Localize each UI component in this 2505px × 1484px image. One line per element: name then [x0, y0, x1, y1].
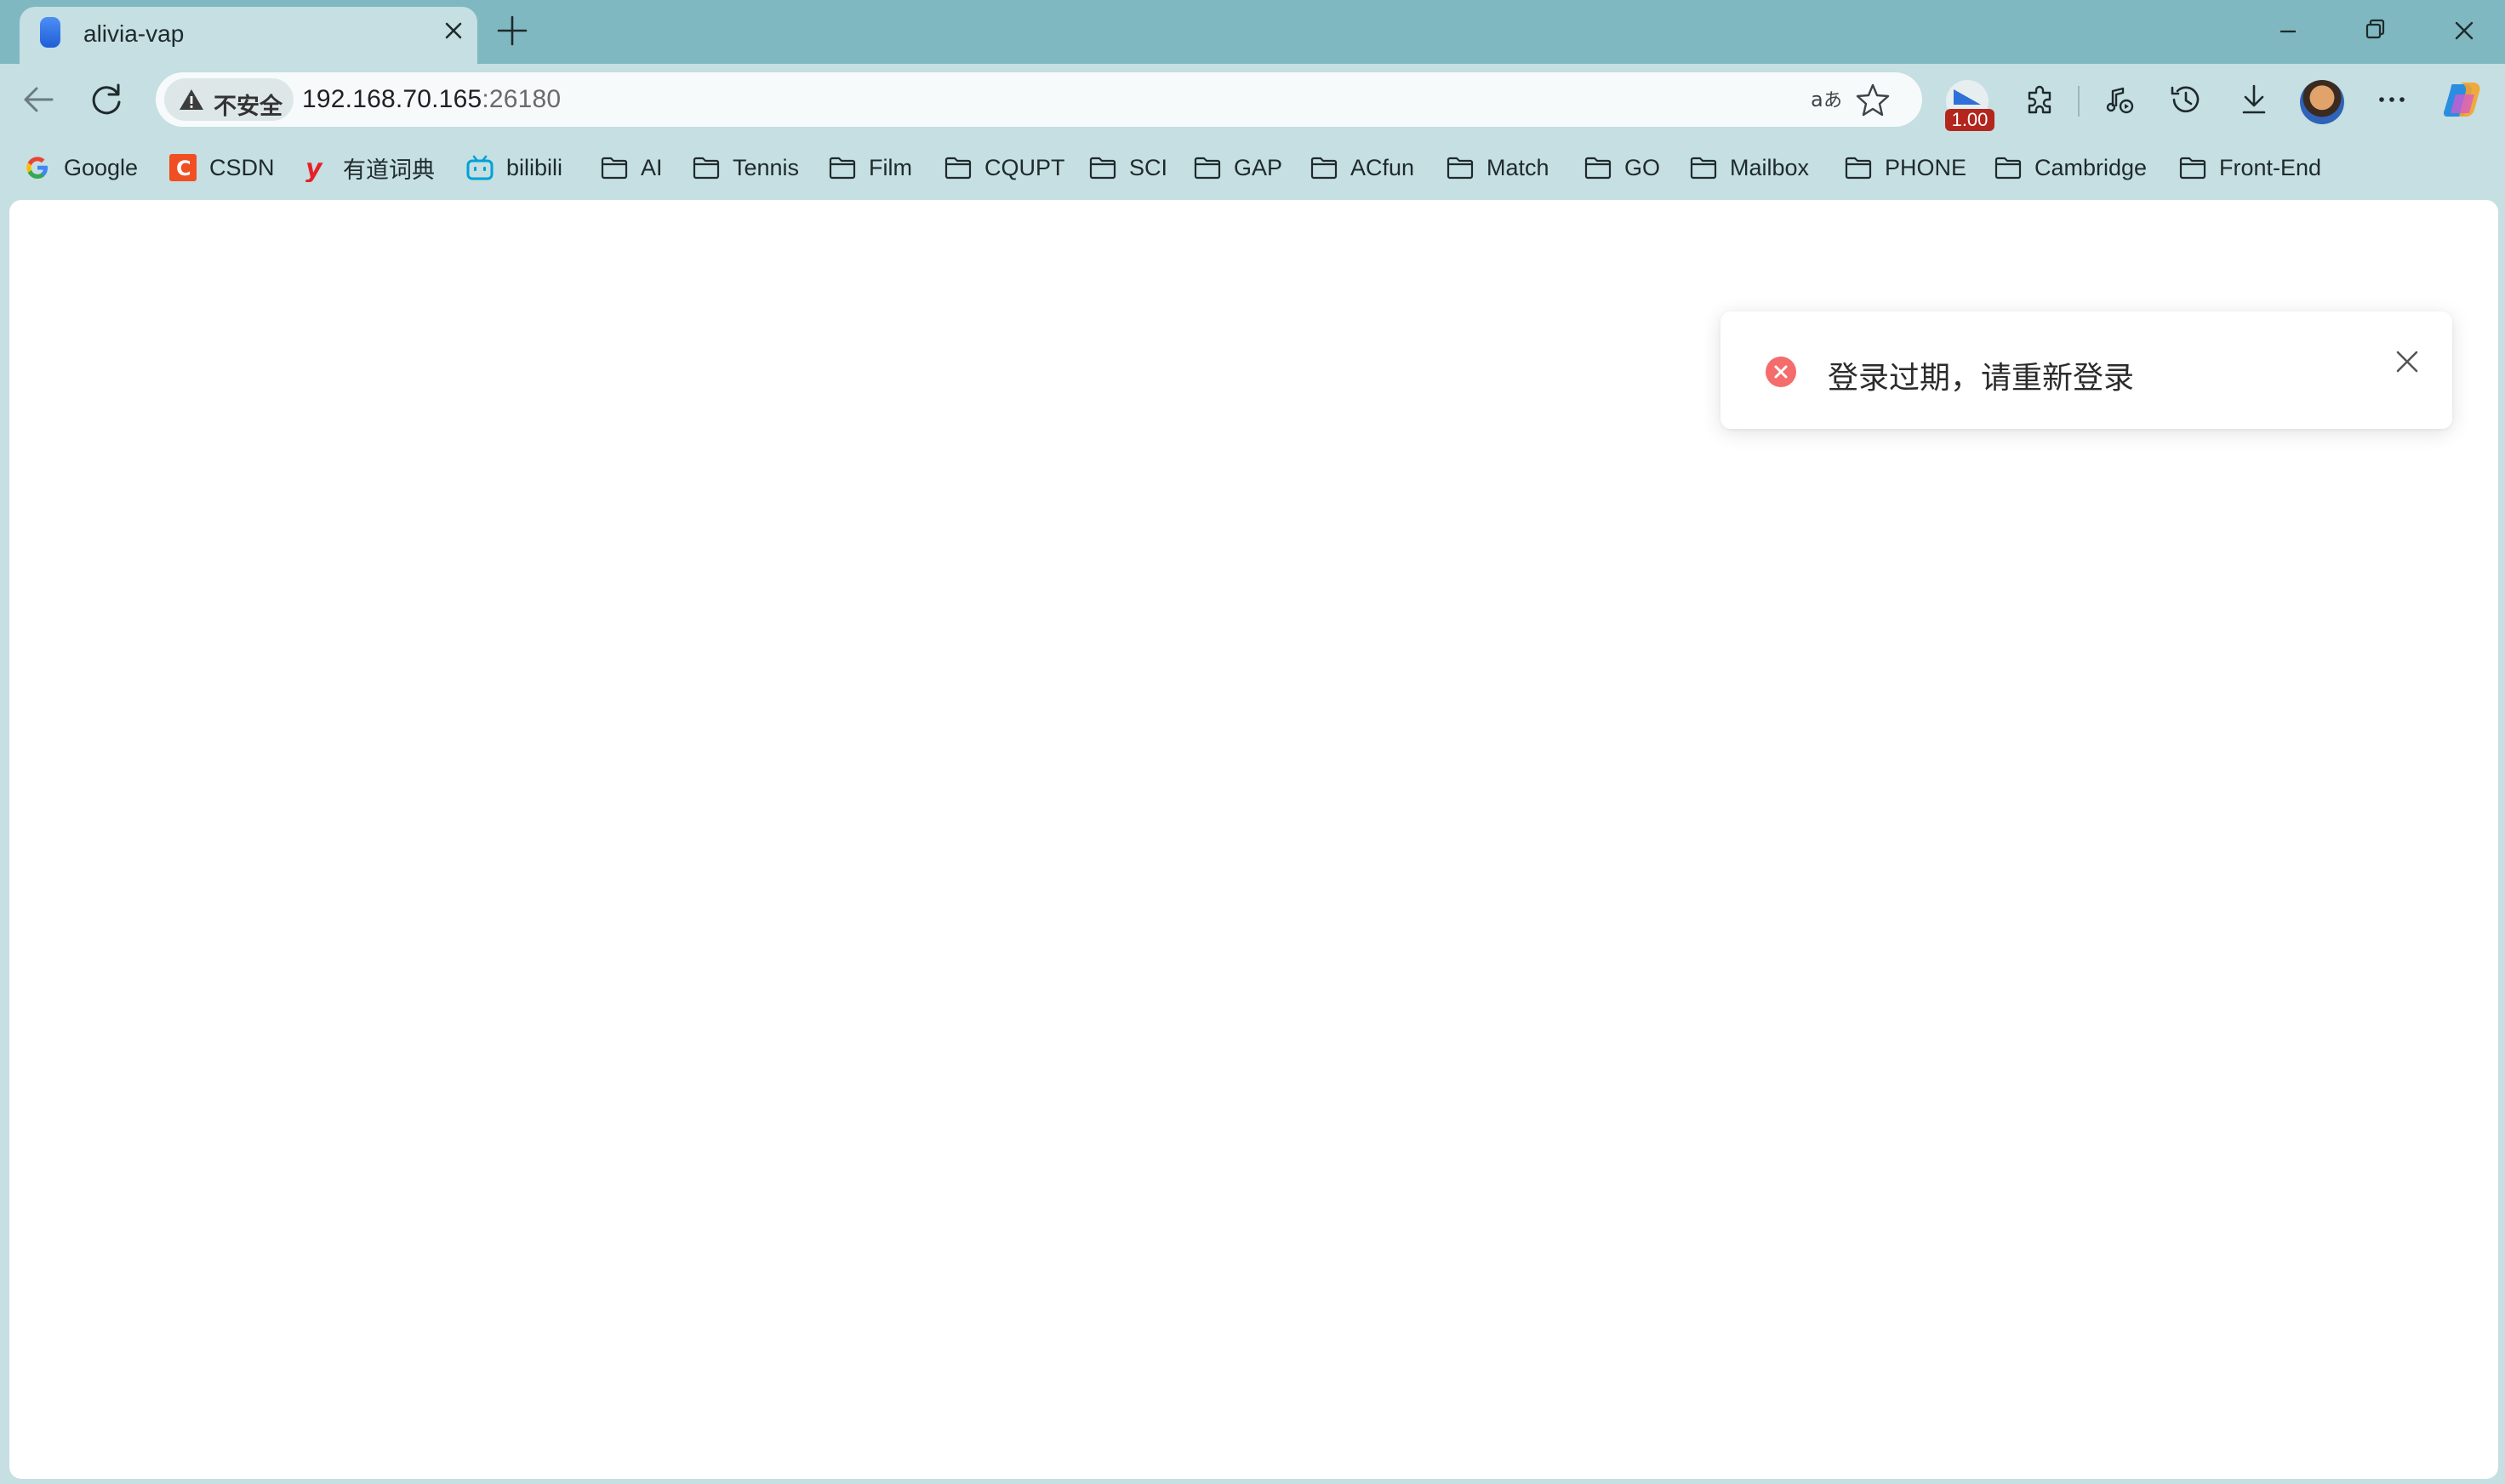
- restore-icon[interactable]: [2354, 12, 2396, 49]
- translate-icon[interactable]: aあ: [1808, 81, 1846, 118]
- favorite-star-icon[interactable]: [1854, 81, 1892, 118]
- bilibili-icon: [466, 155, 494, 180]
- folder-icon: [1994, 157, 2022, 180]
- address-bar[interactable]: 不安全 192.168.70.165:26180 aあ: [156, 72, 1922, 127]
- bookmark-youdao[interactable]: y 有道词典: [302, 152, 435, 183]
- title-bar: alivia-vap: [0, 0, 2505, 64]
- security-label: 不安全: [214, 94, 282, 119]
- folder-icon: [1447, 157, 1474, 180]
- new-tab-icon[interactable]: [494, 12, 531, 49]
- bookmark-folder-cqupt[interactable]: CQUPT: [944, 152, 1065, 183]
- reload-icon[interactable]: [83, 76, 130, 123]
- error-circle-icon: [1765, 356, 1797, 388]
- bookmark-folder-ai[interactable]: AI: [600, 152, 663, 183]
- tab-title: alivia-vap: [83, 20, 185, 47]
- notification-close-icon[interactable]: [2393, 347, 2422, 376]
- folder-icon: [1584, 157, 1612, 180]
- svg-text:a: a: [1811, 88, 1823, 111]
- csdn-icon: C: [169, 154, 197, 181]
- tab-close-icon[interactable]: [437, 14, 471, 48]
- bookmark-folder-film[interactable]: Film: [828, 152, 912, 183]
- copilot-icon[interactable]: [2439, 76, 2486, 123]
- folder-icon: [1845, 157, 1872, 180]
- bookmark-folder-phone[interactable]: PHONE: [1844, 152, 1966, 183]
- bookmark-folder-acfun[interactable]: ACfun: [1310, 152, 1414, 183]
- bookmark-bilibili[interactable]: bilibili: [465, 152, 562, 183]
- extensions-puzzle-icon[interactable]: [2017, 76, 2064, 123]
- bookmarks-bar: Google C CSDN y 有道词典 bilibili AI Tennis …: [0, 137, 2505, 197]
- folder-icon: [2179, 157, 2206, 180]
- folder-icon: [829, 157, 856, 180]
- bookmark-folder-front-end[interactable]: Front-End: [2178, 152, 2321, 183]
- bookmark-folder-go[interactable]: GO: [1583, 152, 1660, 183]
- bookmark-folder-tennis[interactable]: Tennis: [692, 152, 799, 183]
- profile-avatar[interactable]: [2300, 80, 2344, 124]
- toolbar-separator: [2078, 86, 2080, 117]
- bookmark-folder-match[interactable]: Match: [1446, 152, 1549, 183]
- folder-icon: [601, 157, 628, 180]
- site-favicon-icon: [40, 17, 60, 48]
- svg-text:あ: あ: [1823, 90, 1842, 111]
- bookmark-folder-cambridge[interactable]: Cambridge: [1994, 152, 2147, 183]
- bookmark-folder-sci[interactable]: SCI: [1088, 152, 1167, 183]
- folder-icon: [1310, 157, 1338, 180]
- folder-icon: [1690, 157, 1717, 180]
- minimize-icon[interactable]: [2267, 12, 2309, 49]
- folder-icon: [693, 157, 720, 180]
- url-text[interactable]: 192.168.70.165:26180: [302, 85, 561, 114]
- media-control-icon[interactable]: [2096, 76, 2143, 123]
- warning-icon: [178, 86, 205, 117]
- bookmark-csdn[interactable]: C CSDN: [168, 152, 275, 183]
- folder-icon: [1089, 157, 1116, 180]
- folder-icon: [1194, 157, 1221, 180]
- history-icon[interactable]: [2162, 76, 2210, 123]
- browser-tab[interactable]: alivia-vap: [20, 7, 477, 64]
- notification-message: 登录过期，请重新登录: [1828, 361, 2135, 396]
- bookmark-google[interactable]: Google: [23, 152, 138, 183]
- bookmark-folder-mailbox[interactable]: Mailbox: [1689, 152, 1809, 183]
- back-arrow-icon[interactable]: [14, 76, 62, 123]
- more-menu-icon[interactable]: [2368, 76, 2416, 123]
- browser-toolbar: 不安全 192.168.70.165:26180 aあ 1.00: [0, 64, 2505, 137]
- svg-text:y: y: [305, 154, 323, 182]
- security-indicator[interactable]: 不安全: [164, 78, 294, 121]
- bookmark-folder-gap[interactable]: GAP: [1193, 152, 1282, 183]
- window-close-icon[interactable]: [2443, 12, 2485, 49]
- extension-badge: 1.00: [1945, 109, 1994, 131]
- error-notification: 登录过期，请重新登录: [1720, 311, 2452, 429]
- youdao-icon: y: [305, 154, 323, 182]
- download-icon[interactable]: [2230, 76, 2278, 123]
- google-icon: [26, 157, 48, 179]
- svg-text:C: C: [176, 157, 191, 180]
- folder-icon: [944, 157, 972, 180]
